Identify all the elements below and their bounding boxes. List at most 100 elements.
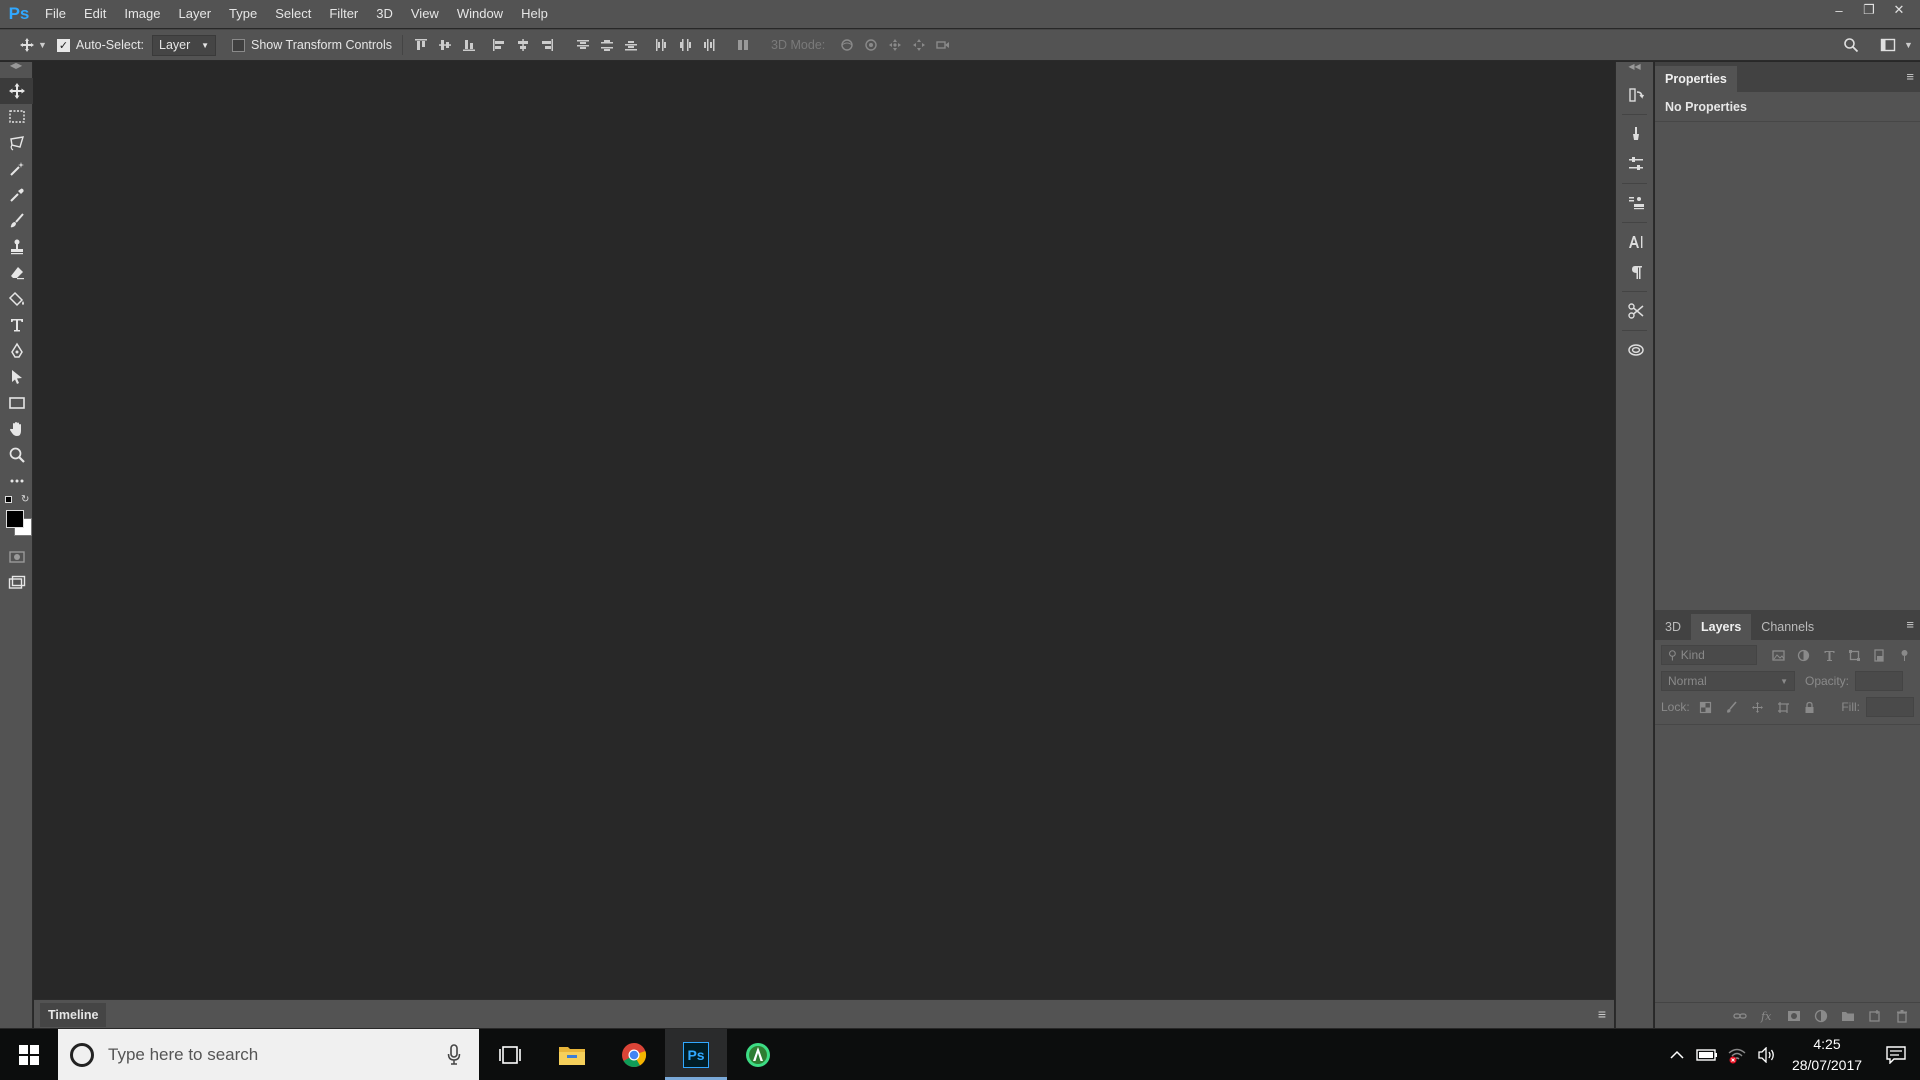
distribute-bottom-edges-icon[interactable] bbox=[619, 34, 643, 56]
lock-transparent-pixels-icon[interactable] bbox=[1696, 697, 1716, 717]
lasso-tool-icon[interactable] bbox=[0, 130, 33, 156]
microphone-icon[interactable] bbox=[447, 1044, 461, 1066]
menu-window[interactable]: Window bbox=[448, 0, 512, 28]
task-view-button[interactable] bbox=[479, 1029, 541, 1080]
filter-smart-objects-icon[interactable] bbox=[1870, 645, 1889, 665]
new-group-folder-icon[interactable] bbox=[1838, 1006, 1858, 1026]
hand-tool-icon[interactable] bbox=[0, 416, 33, 442]
chrome-button[interactable] bbox=[603, 1029, 665, 1080]
layer-filter-dropdown[interactable]: ⚲ Kind bbox=[1661, 645, 1758, 665]
menu-file[interactable]: File bbox=[36, 0, 75, 28]
brush-settings-panel-icon[interactable] bbox=[1616, 119, 1655, 149]
align-right-edges-icon[interactable] bbox=[535, 34, 559, 56]
filter-shape-layers-icon[interactable] bbox=[1845, 645, 1864, 665]
link-layers-icon[interactable] bbox=[1730, 1006, 1750, 1026]
distribute-left-edges-icon[interactable] bbox=[649, 34, 673, 56]
panel-menu-icon[interactable]: ≡ bbox=[1598, 1006, 1606, 1022]
network-disconnected-icon[interactable] bbox=[1722, 1029, 1752, 1080]
menu-layer[interactable]: Layer bbox=[170, 0, 221, 28]
menu-help[interactable]: Help bbox=[512, 0, 557, 28]
path-selection-tool-icon[interactable] bbox=[0, 364, 33, 390]
layer-style-fx-icon[interactable]: fx bbox=[1757, 1006, 1777, 1026]
menu-filter[interactable]: Filter bbox=[320, 0, 367, 28]
lock-position-icon[interactable] bbox=[1748, 697, 1768, 717]
3d-scale-icon[interactable] bbox=[931, 34, 955, 56]
android-studio-button[interactable] bbox=[727, 1029, 789, 1080]
paint-bucket-tool-icon[interactable] bbox=[0, 286, 33, 312]
menu-3d[interactable]: 3D bbox=[367, 0, 402, 28]
workspace-switcher-icon[interactable] bbox=[1877, 34, 1899, 56]
clone-source-panel-icon[interactable] bbox=[1616, 188, 1655, 218]
foreground-color-swatch[interactable] bbox=[6, 510, 24, 528]
panel-menu-icon[interactable]: ≡ bbox=[1906, 69, 1914, 84]
tab-3d[interactable]: 3D bbox=[1655, 614, 1691, 640]
taskbar-search-box[interactable]: Type here to search bbox=[58, 1029, 479, 1080]
search-icon[interactable] bbox=[1840, 34, 1862, 56]
align-top-edges-icon[interactable] bbox=[409, 34, 433, 56]
align-vertical-centers-icon[interactable] bbox=[433, 34, 457, 56]
align-bottom-edges-icon[interactable] bbox=[457, 34, 481, 56]
menu-view[interactable]: View bbox=[402, 0, 448, 28]
timeline-tab[interactable]: Timeline bbox=[40, 1003, 107, 1027]
filter-pixel-layers-icon[interactable] bbox=[1769, 645, 1788, 665]
auto-select-target-dropdown[interactable]: Layer ▼ bbox=[152, 34, 217, 56]
more-tools-icon[interactable] bbox=[0, 468, 33, 494]
3d-slide-icon[interactable] bbox=[907, 34, 931, 56]
filter-adjustment-layers-icon[interactable] bbox=[1794, 645, 1813, 665]
distribute-top-edges-icon[interactable] bbox=[571, 34, 595, 56]
screen-mode-icon[interactable] bbox=[0, 570, 33, 596]
3d-orbit-icon[interactable] bbox=[835, 34, 859, 56]
auto-align-layers-icon[interactable] bbox=[731, 34, 755, 56]
brush-tool-icon[interactable] bbox=[0, 208, 33, 234]
align-left-edges-icon[interactable] bbox=[487, 34, 511, 56]
new-layer-icon[interactable] bbox=[1865, 1006, 1885, 1026]
menu-type[interactable]: Type bbox=[220, 0, 266, 28]
show-hidden-icons-chevron-up-icon[interactable] bbox=[1662, 1029, 1692, 1080]
move-tool-preset-icon[interactable] bbox=[16, 34, 38, 56]
photoshop-taskbar-button[interactable]: Ps bbox=[665, 1029, 727, 1080]
align-horizontal-centers-icon[interactable] bbox=[511, 34, 535, 56]
pen-tool-icon[interactable] bbox=[0, 338, 33, 364]
character-panel-icon[interactable] bbox=[1616, 227, 1655, 257]
zoom-tool-icon[interactable] bbox=[0, 442, 33, 468]
menu-image[interactable]: Image bbox=[115, 0, 169, 28]
restore-button[interactable]: ❐ bbox=[1854, 0, 1884, 20]
tab-properties[interactable]: Properties bbox=[1655, 66, 1737, 92]
tab-layers[interactable]: Layers bbox=[1690, 614, 1752, 640]
battery-icon[interactable] bbox=[1692, 1029, 1722, 1080]
workspace-chevron-down-icon[interactable]: ▼ bbox=[1904, 40, 1913, 50]
volume-icon[interactable] bbox=[1752, 1029, 1782, 1080]
swap-colors-icon[interactable]: ↻ bbox=[21, 494, 29, 505]
tool-presets-panel-icon[interactable] bbox=[1616, 296, 1655, 326]
eyedropper-tool-icon[interactable] bbox=[0, 182, 33, 208]
close-button[interactable]: ✕ bbox=[1884, 0, 1914, 20]
file-explorer-button[interactable] bbox=[541, 1029, 603, 1080]
action-center-button[interactable] bbox=[1872, 1045, 1920, 1064]
distribute-right-edges-icon[interactable] bbox=[697, 34, 721, 56]
paragraph-panel-icon[interactable] bbox=[1616, 257, 1655, 287]
menu-select[interactable]: Select bbox=[266, 0, 320, 28]
type-tool-icon[interactable] bbox=[0, 312, 33, 338]
lock-image-pixels-icon[interactable] bbox=[1722, 697, 1742, 717]
toolbar-collapse-grip[interactable]: ◀▶ bbox=[0, 62, 32, 72]
lock-all-icon[interactable] bbox=[1800, 697, 1820, 717]
libraries-panel-icon[interactable] bbox=[1616, 335, 1655, 365]
menu-edit[interactable]: Edit bbox=[75, 0, 115, 28]
strip-collapse-grip[interactable]: ◀◀ bbox=[1616, 62, 1653, 76]
auto-select-checkbox[interactable]: ✓ bbox=[56, 38, 70, 52]
filter-toggle-icon[interactable] bbox=[1895, 645, 1914, 665]
3d-roll-icon[interactable] bbox=[859, 34, 883, 56]
delete-layer-trash-icon[interactable] bbox=[1892, 1006, 1912, 1026]
opacity-field[interactable] bbox=[1855, 671, 1904, 691]
taskbar-clock[interactable]: 4:25 28/07/2017 bbox=[1782, 1034, 1872, 1076]
fill-field[interactable] bbox=[1866, 697, 1914, 717]
preset-chevron-down-icon[interactable]: ▼ bbox=[38, 40, 47, 50]
minimize-button[interactable]: – bbox=[1824, 0, 1854, 20]
3d-pan-icon[interactable] bbox=[883, 34, 907, 56]
distribute-horizontal-centers-icon[interactable] bbox=[673, 34, 697, 56]
blend-mode-dropdown[interactable]: Normal ▼ bbox=[1661, 671, 1795, 691]
default-colors-icon[interactable] bbox=[5, 496, 12, 503]
windows-start-button[interactable] bbox=[0, 1029, 58, 1080]
clone-stamp-tool-icon[interactable] bbox=[0, 234, 33, 260]
history-panel-icon[interactable] bbox=[1616, 80, 1655, 110]
